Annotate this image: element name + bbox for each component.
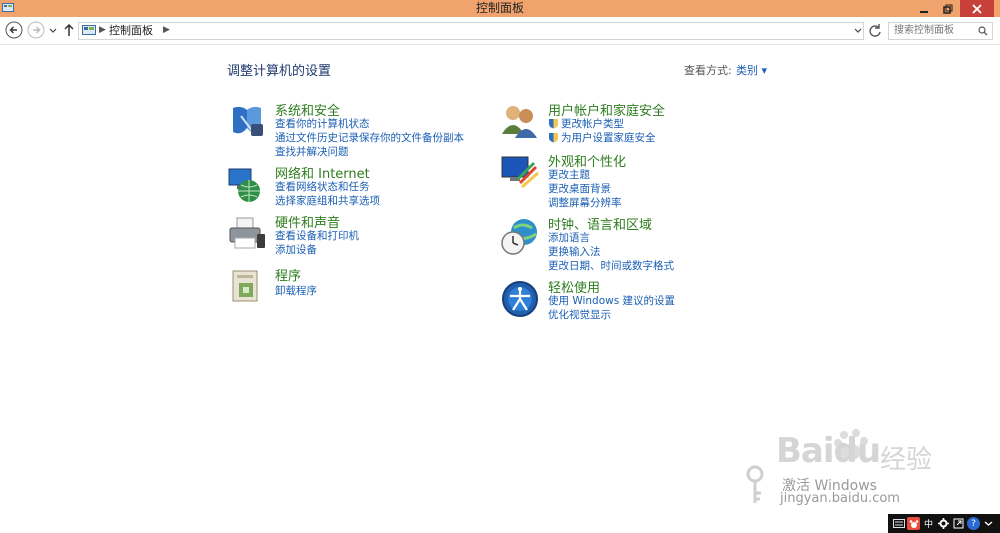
help-icon[interactable]: ?	[967, 517, 980, 530]
category-link[interactable]: 调整屏幕分辨率	[548, 195, 622, 210]
category-link[interactable]: 选择家庭组和共享选项	[275, 193, 380, 208]
category-link[interactable]: 查看你的计算机状态	[275, 116, 370, 131]
category-link[interactable]: 通过文件历史记录保存你的文件备份副本	[275, 130, 464, 145]
menu-arrow-icon[interactable]	[982, 517, 995, 530]
category-link[interactable]: 为用户设置家庭安全	[548, 130, 656, 145]
keyboard-icon[interactable]	[892, 517, 905, 530]
search-placeholder: 搜索控制面板	[894, 25, 954, 36]
up-arrow-icon[interactable]	[62, 21, 76, 39]
paw-tray-icon[interactable]	[907, 517, 920, 530]
key-icon	[746, 465, 764, 503]
ime-indicator[interactable]: 中	[922, 517, 935, 530]
expand-icon[interactable]	[952, 517, 965, 530]
minimize-button[interactable]	[912, 0, 936, 17]
minimize-icon	[920, 10, 928, 13]
clock-globe-icon[interactable]	[500, 216, 540, 256]
category-link[interactable]: 更改主题	[548, 167, 590, 182]
watermark-cn: 经验	[880, 445, 933, 475]
view-by-dropdown[interactable]: 类别 ▾	[736, 62, 767, 78]
shield-icon[interactable]	[227, 102, 267, 142]
category-link[interactable]: 卸载程序	[275, 283, 317, 298]
back-button[interactable]	[5, 21, 23, 39]
users-icon[interactable]	[500, 102, 540, 142]
category-link[interactable]: 查看网络状态和任务	[275, 179, 370, 194]
printer-icon[interactable]	[227, 214, 267, 254]
search-input[interactable]: 搜索控制面板	[888, 22, 993, 40]
restore-icon	[943, 4, 953, 14]
category-title[interactable]: 程序	[275, 265, 301, 284]
address-bar: ▶ 控制面板 ▶ 搜索控制面板	[0, 17, 1000, 45]
category-link[interactable]: 添加语言	[548, 230, 590, 245]
category-link[interactable]: 查找并解决问题	[275, 144, 349, 159]
gear-icon[interactable]	[937, 517, 950, 530]
category-link[interactable]: 更换输入法	[548, 244, 601, 259]
uac-shield-icon	[549, 133, 558, 143]
search-icon[interactable]	[978, 26, 988, 36]
close-icon	[972, 3, 982, 14]
network-globe-icon[interactable]	[227, 165, 267, 205]
window-title: 控制面板	[475, 1, 524, 15]
watermark-brand: Baidu	[776, 431, 881, 471]
breadcrumb-chevron-icon[interactable]: ▶	[163, 25, 170, 35]
control-panel-icon	[82, 25, 96, 35]
uac-shield-icon	[549, 119, 558, 129]
watermark-url: jingyan.baidu.com	[780, 491, 900, 506]
programs-icon[interactable]	[227, 267, 267, 307]
ease-of-access-icon[interactable]	[500, 279, 540, 319]
link-text: 更改帐户类型	[561, 118, 624, 130]
category-link[interactable]: 更改桌面背景	[548, 181, 611, 196]
breadcrumb[interactable]: 控制面板	[109, 23, 153, 39]
refresh-button[interactable]	[866, 22, 884, 40]
close-button[interactable]	[960, 0, 994, 17]
category-link[interactable]: 查看设备和打印机	[275, 228, 359, 243]
view-by-label: 查看方式:	[684, 64, 732, 77]
category-link[interactable]: 使用 Windows 建议的设置	[548, 293, 675, 308]
monitor-palette-icon[interactable]	[500, 153, 540, 193]
chevron-down-icon	[854, 28, 862, 33]
title-bar: 控制面板	[0, 0, 1000, 17]
link-text: 为用户设置家庭安全	[561, 132, 656, 144]
category-link[interactable]: 添加设备	[275, 242, 317, 257]
system-tray: 中 ?	[888, 514, 1000, 533]
recent-pages-chevron-icon[interactable]	[48, 21, 58, 39]
category-link[interactable]: 更改帐户类型	[548, 116, 624, 131]
forward-button[interactable]	[27, 21, 45, 39]
address-dropdown-button[interactable]	[852, 22, 864, 40]
category-link[interactable]: 优化视觉显示	[548, 307, 611, 322]
address-field[interactable]: ▶ 控制面板 ▶	[78, 22, 864, 40]
category-link[interactable]: 更改日期、时间或数字格式	[548, 258, 674, 273]
maximize-button[interactable]	[936, 0, 960, 17]
page-title: 调整计算机的设置	[227, 64, 332, 79]
baidu-watermark: Baidu 经验 激活 Windows jingyan.baidu.com	[740, 425, 980, 515]
breadcrumb-chevron-icon[interactable]: ▶	[99, 25, 106, 35]
